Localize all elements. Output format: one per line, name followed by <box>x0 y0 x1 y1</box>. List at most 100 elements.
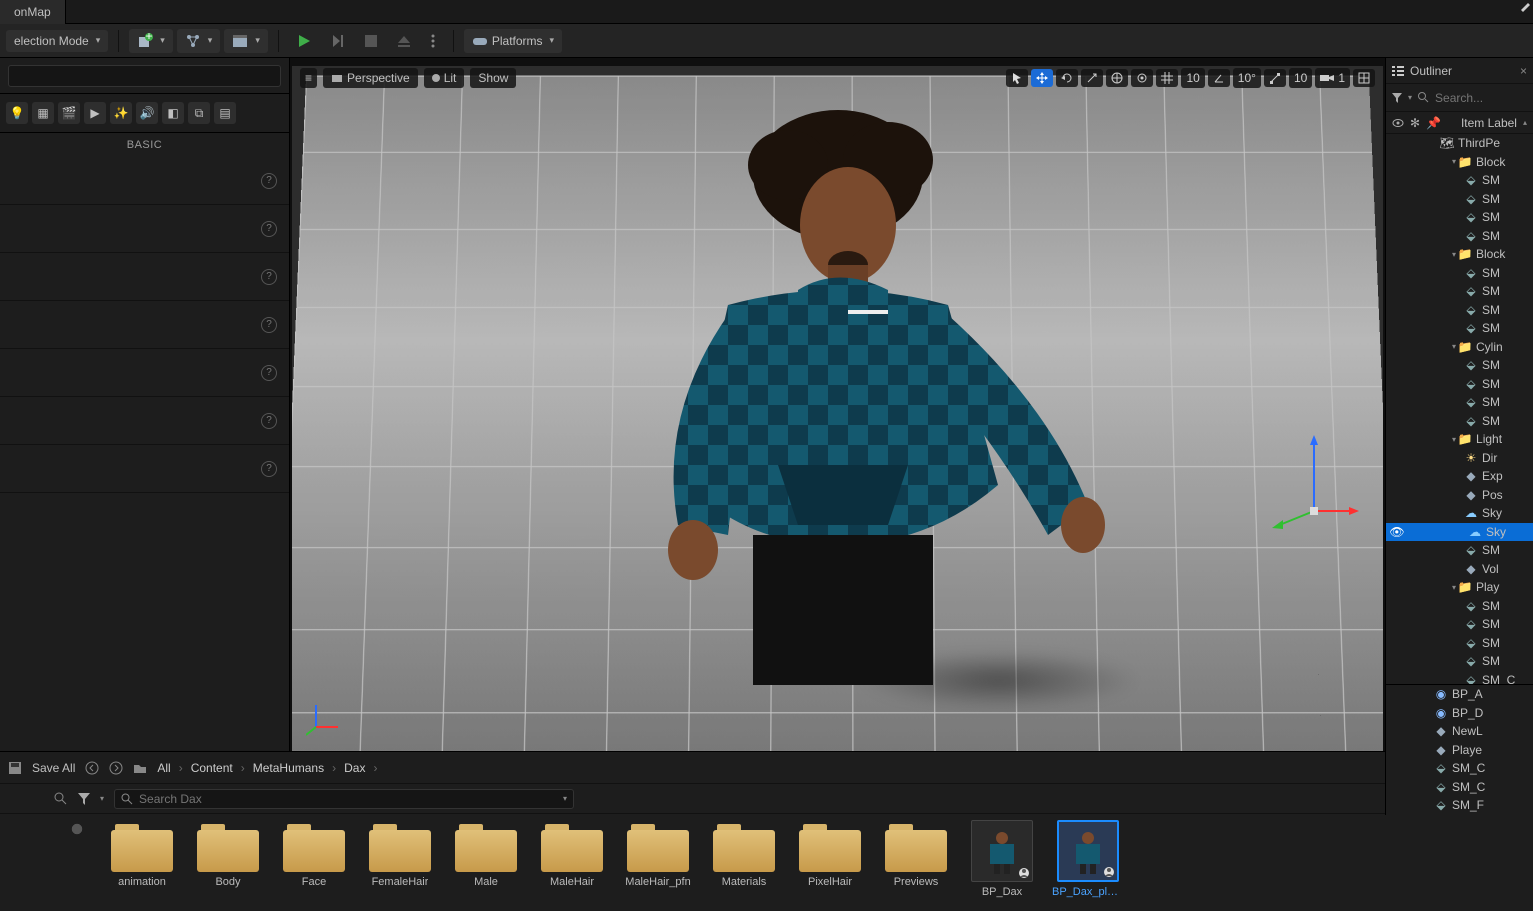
expand-icon[interactable]: ▾ <box>1452 583 1456 592</box>
outliner-search-input[interactable] <box>1435 91 1527 105</box>
help-icon[interactable]: ? <box>261 317 277 333</box>
cinematics-button[interactable] <box>224 29 268 53</box>
outliner-row[interactable]: ⬙SM <box>1386 356 1533 375</box>
asset-grid[interactable]: animationBodyFaceFemaleHairMaleMaleHairM… <box>0 814 1533 911</box>
scale-tool[interactable] <box>1081 69 1103 87</box>
outliner-tree-continued[interactable]: ◉BP_A◉BP_D◆NewL◆Playe⬙SM_C⬙SM_C⬙SM_F <box>1385 684 1533 815</box>
breadcrumb-item[interactable]: Content <box>191 761 233 775</box>
outliner-row[interactable]: ⬙SM <box>1386 541 1533 560</box>
translate-gizmo[interactable] <box>1269 431 1359 531</box>
play-step-button[interactable] <box>323 30 353 52</box>
outliner-row[interactable]: ▾📁Block <box>1386 245 1533 264</box>
chevron-down-icon[interactable]: ▾ <box>563 794 567 803</box>
outliner-row[interactable]: ⬙SM_C <box>1386 778 1533 797</box>
nav-fwd-icon[interactable] <box>109 761 123 775</box>
translate-tool[interactable] <box>1031 69 1053 87</box>
outliner-row[interactable]: ⬙SM <box>1386 597 1533 616</box>
show-button[interactable]: Show <box>470 68 516 88</box>
play-options-button[interactable] <box>423 30 443 52</box>
content-search-input[interactable] <box>139 792 557 806</box>
place-item[interactable]: ? <box>0 349 289 397</box>
save-icon[interactable] <box>8 761 22 775</box>
viewport-menu-button[interactable]: ≡ <box>300 68 317 88</box>
camera-speed-button[interactable]: 1 <box>1315 68 1350 88</box>
outliner-row[interactable]: ⬙SM <box>1386 190 1533 209</box>
map-tab[interactable]: onMap <box>0 0 66 24</box>
lit-mode-button[interactable]: Lit <box>424 68 465 88</box>
breadcrumb-item[interactable]: MetaHumans <box>253 761 324 775</box>
help-icon[interactable]: ? <box>261 173 277 189</box>
outliner-row[interactable]: ⬙SM <box>1386 375 1533 394</box>
blueprint-asset[interactable]: BP_Dax <box>968 820 1036 911</box>
folder-asset[interactable]: Male <box>452 820 520 911</box>
save-all-button[interactable]: Save All <box>32 761 75 775</box>
lightbulb-icon[interactable]: 💡 <box>6 102 28 124</box>
expand-icon[interactable]: ▾ <box>1452 250 1456 259</box>
level-viewport[interactable]: ≡ Perspective Lit Show 10 10° 10 1 <box>290 58 1385 751</box>
outliner-row[interactable]: ⬙SM_C <box>1386 759 1533 778</box>
blueprint-asset[interactable]: BP_Dax_player <box>1054 820 1122 911</box>
folder-asset[interactable]: Body <box>194 820 262 911</box>
outliner-row[interactable]: ◆Playe <box>1386 741 1533 760</box>
outliner-row[interactable]: 🗺ThirdPe <box>1386 134 1533 153</box>
outliner-row[interactable]: ◆Pos <box>1386 486 1533 505</box>
eye-icon[interactable]: 👁 <box>1390 525 1404 539</box>
help-icon[interactable]: ? <box>261 365 277 381</box>
outliner-row[interactable]: ◆Vol <box>1386 560 1533 579</box>
outliner-row[interactable]: ⬙SM <box>1386 652 1533 671</box>
outliner-row[interactable]: ◆Exp <box>1386 467 1533 486</box>
star-icon[interactable]: ✻ <box>1410 116 1420 130</box>
grid-snap-value[interactable]: 10 <box>1181 68 1204 88</box>
filter-icon[interactable] <box>1392 93 1402 103</box>
content-search-box[interactable]: ▾ <box>114 789 574 809</box>
folder-asset[interactable]: MaleHair <box>538 820 606 911</box>
folder-asset[interactable]: MaleHair_pfn <box>624 820 692 911</box>
clapboard-icon[interactable]: 🎬 <box>58 102 80 124</box>
grid-snap-toggle[interactable] <box>1156 69 1178 87</box>
selection-mode-button[interactable]: election Mode <box>6 30 108 52</box>
rotate-tool[interactable] <box>1056 69 1078 87</box>
outliner-row[interactable]: ⬙SM <box>1386 282 1533 301</box>
folder-asset[interactable]: Previews <box>882 820 950 911</box>
outliner-row[interactable]: ⬙SM <box>1386 171 1533 190</box>
place-item[interactable]: ? <box>0 205 289 253</box>
outliner-row[interactable]: ⬙SM <box>1386 208 1533 227</box>
breadcrumb-item[interactable]: Dax <box>344 761 365 775</box>
scale-snap-value[interactable]: 10 <box>1289 68 1312 88</box>
add-content-button[interactable]: + <box>129 29 173 53</box>
blueprints-button[interactable] <box>177 29 221 53</box>
outliner-row[interactable]: ◉BP_D <box>1386 704 1533 723</box>
place-item[interactable]: ? <box>0 157 289 205</box>
place-item[interactable]: re? <box>0 445 289 493</box>
fx-icon[interactable]: ✨ <box>110 102 132 124</box>
folder-nav-icon[interactable] <box>133 762 147 774</box>
outliner-row[interactable]: ⬙SM <box>1386 393 1533 412</box>
help-icon[interactable]: ? <box>261 269 277 285</box>
scale-snap-toggle[interactable] <box>1264 69 1286 87</box>
outliner-row[interactable]: ▾📁Cylin <box>1386 338 1533 357</box>
outliner-row[interactable]: ⬙SM <box>1386 227 1533 246</box>
play-category-icon[interactable]: ▶ <box>84 102 106 124</box>
outliner-row[interactable]: ⬙SM <box>1386 301 1533 320</box>
outliner-row[interactable]: ⬙SM <box>1386 615 1533 634</box>
cube-icon[interactable]: ▦ <box>32 102 54 124</box>
eye-icon[interactable] <box>1392 118 1404 128</box>
perspective-button[interactable]: Perspective <box>323 68 418 88</box>
outliner-row[interactable]: ⬙SM <box>1386 319 1533 338</box>
item-label-col[interactable]: Item Label <box>1461 116 1517 130</box>
outliner-tree[interactable]: 🗺ThirdPe▾📁Block⬙SM⬙SM⬙SM⬙SM▾📁Block⬙SM⬙SM… <box>1386 134 1533 751</box>
outliner-row[interactable]: ⬙SM <box>1386 634 1533 653</box>
help-icon[interactable]: ? <box>261 221 277 237</box>
filter-icon[interactable] <box>78 793 90 805</box>
outliner-row[interactable]: ▾📁Light <box>1386 430 1533 449</box>
outliner-row[interactable]: ◆NewL <box>1386 722 1533 741</box>
outliner-row[interactable]: ⬙SM <box>1386 412 1533 431</box>
pin-icon[interactable]: 📌 <box>1426 116 1441 130</box>
platforms-button[interactable]: Platforms <box>464 29 562 53</box>
stop-button[interactable] <box>357 31 385 51</box>
folder-asset[interactable]: Face <box>280 820 348 911</box>
play-button[interactable] <box>289 30 319 52</box>
misc-icon[interactable]: ▤ <box>214 102 236 124</box>
search-icon[interactable] <box>54 792 68 806</box>
angle-snap-value[interactable]: 10° <box>1233 68 1261 88</box>
